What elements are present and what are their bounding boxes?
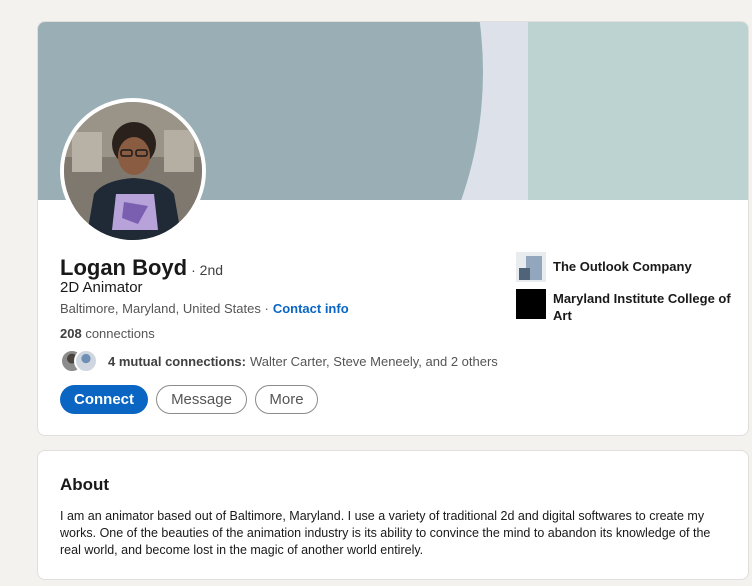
contact-info-link[interactable]: Contact info [273,301,349,316]
mutual-connections[interactable]: 4 mutual connections: Walter Carter, Ste… [60,349,498,373]
location-row: Baltimore, Maryland, United States · Con… [60,301,349,316]
profile-photo[interactable] [60,98,206,244]
more-button[interactable]: More [255,385,318,414]
school-name: Maryland Institute College of Art [553,291,731,323]
about-title: About [60,475,110,494]
profile-card: Logan Boyd · 2nd 2D Animator Baltimore, … [37,21,749,436]
connection-degree: · 2nd [191,262,224,278]
experience-education-list: The Outlook Company Maryland Institute C… [516,252,736,331]
mica-logo-icon [516,289,546,319]
current-company[interactable]: The Outlook Company [516,252,736,282]
message-button[interactable]: Message [156,385,247,414]
connect-button[interactable]: Connect [60,385,148,414]
avatar [64,102,202,240]
mutual-count: 4 mutual connections: [108,353,246,369]
connections-label: connections [85,326,155,341]
connections-count[interactable]: 208 connections [60,326,155,341]
mutual-avatar [74,349,98,373]
mutual-names: Walter Carter, Steve Meneely, and 2 othe… [249,353,498,369]
profile-name: Logan Boyd [60,255,188,280]
about-text: I am an animator based out of Baltimore,… [60,509,711,557]
company-name: The Outlook Company [553,259,692,274]
name-row: Logan Boyd · 2nd [60,255,223,281]
mutual-avatars [60,349,102,373]
avatar-person-icon [64,102,202,240]
profile-location: Baltimore, Maryland, United States · [60,301,269,316]
outlook-company-logo-icon [516,252,546,282]
about-section: About I am an animator based out of Balt… [37,450,749,580]
profile-actions: Connect Message More [60,385,318,414]
education-school[interactable]: Maryland Institute College of Art [516,289,736,324]
connections-number: 208 [60,326,82,341]
profile-headline: 2D Animator [60,279,143,296]
